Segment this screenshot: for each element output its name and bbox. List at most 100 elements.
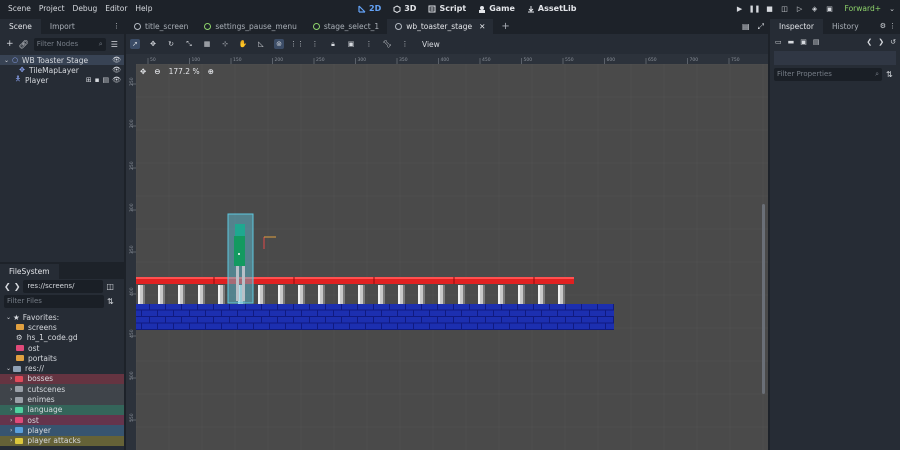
close-icon[interactable]: ✕ <box>479 19 485 34</box>
expand-arrow-icon[interactable]: ⌄ <box>4 57 9 64</box>
sort-icon[interactable]: ⇅ <box>886 70 893 79</box>
menu-project[interactable]: Project <box>35 4 69 13</box>
menu-help[interactable]: Help <box>131 4 156 13</box>
tree-item-player[interactable]: 🯅 Player ⊞ ▪ ▤ 👁︎ <box>0 75 124 85</box>
settings-icon[interactable]: ⚙ <box>880 19 886 34</box>
add-node-icon[interactable]: + <box>6 39 14 49</box>
rotate-tool-icon[interactable]: ↻ <box>166 39 176 49</box>
history-icon[interactable]: ↺ <box>890 38 900 46</box>
favorite-item-portaits[interactable]: portaits <box>0 353 124 363</box>
tab-history[interactable]: History <box>823 19 868 34</box>
pan-tool-icon[interactable]: ✋ <box>238 39 248 49</box>
chevron-right-icon[interactable]: ❯ <box>878 38 884 46</box>
tab-filesystem[interactable]: FileSystem <box>0 264 59 279</box>
snap-toggle-icon[interactable]: ⊚ <box>274 39 284 49</box>
script-icon[interactable]: ▤ <box>102 76 109 84</box>
folder-enimes[interactable]: › enimes <box>0 394 124 405</box>
pivot-tool-icon[interactable]: ⊹ <box>220 39 230 49</box>
zoom-in-icon[interactable]: ⊕ <box>208 67 214 76</box>
ruler-tool-icon[interactable]: ◺ <box>256 39 266 49</box>
folder-language[interactable]: › language <box>0 404 124 415</box>
menu-scene[interactable]: Scene <box>4 4 35 13</box>
mode-3d-button[interactable]: 3D <box>393 4 416 13</box>
menu-debug[interactable]: Debug <box>69 4 102 13</box>
move-tool-icon[interactable]: ✥ <box>148 39 158 49</box>
chevron-right-icon[interactable]: ❯ <box>14 282 21 291</box>
scene-tab-stage-select-1[interactable]: stage_select_1 <box>305 19 387 34</box>
dock-menu-icon[interactable]: ⋮ <box>113 19 124 34</box>
list-select-icon[interactable]: ▦ <box>202 39 212 49</box>
open-scene-icon[interactable]: ⊞ <box>86 76 92 84</box>
object-selector[interactable] <box>774 51 896 65</box>
skeleton-options-icon[interactable]: ⋮ <box>400 39 410 49</box>
bone-icon[interactable]: 🦴︎ <box>382 39 392 49</box>
favorite-item-screens[interactable]: screens <box>0 322 124 332</box>
folder-player[interactable]: › player <box>0 425 124 436</box>
filter-properties-input[interactable]: Filter Properties ⌕ <box>774 68 882 81</box>
sort-icon[interactable]: ⇅ <box>107 297 114 306</box>
extra-icon[interactable]: ▤ <box>813 38 820 46</box>
player-sprite[interactable] <box>227 213 254 304</box>
folder-bosses[interactable]: › bosses <box>0 373 124 385</box>
snap-options-icon[interactable]: ⋮ <box>310 39 320 49</box>
open-folder-icon[interactable]: ▬ <box>788 38 795 46</box>
favorite-item-hs-1-code[interactable]: ⚙ hs_1_code.gd <box>0 333 124 343</box>
mode-script-button[interactable]: Script <box>428 4 466 13</box>
tree-item-tilemaplayer[interactable]: ✥ TileMapLayer 👁︎ <box>0 65 124 75</box>
filter-nodes-input[interactable]: Filter Nodes ⌕ <box>33 37 106 51</box>
dock-menu-icon[interactable]: ⋮ <box>889 19 896 34</box>
grid-snap-icon[interactable]: ⋮⋮ <box>290 39 304 49</box>
zoom-level[interactable]: 177.2 % <box>169 67 200 76</box>
distraction-free-icon[interactable]: ⤢ <box>758 19 764 34</box>
res-root[interactable]: ⌄ res:// <box>0 363 124 373</box>
folder-player-attacks[interactable]: › player attacks <box>0 435 124 446</box>
scene-list-icon[interactable]: ▤ <box>742 19 750 34</box>
tab-scene[interactable]: Scene <box>0 19 41 34</box>
new-resource-icon[interactable]: ▭ <box>775 38 782 46</box>
chevron-left-icon[interactable]: ❮ <box>4 282 11 291</box>
scene-tab-settings-pause-menu[interactable]: settings_pause_menu <box>196 19 304 34</box>
scene-tab-title-screen[interactable]: title_screen <box>126 19 196 34</box>
stop-icon[interactable]: ■ <box>766 5 774 13</box>
filter-options-icon[interactable]: ☰ <box>111 40 118 49</box>
add-scene-tab-button[interactable]: + <box>493 19 517 34</box>
mode-game-button[interactable]: Game <box>478 4 515 13</box>
visibility-icon[interactable]: 👁︎ <box>112 66 121 74</box>
camera-icon[interactable]: ▪ <box>95 76 100 84</box>
tab-import[interactable]: Import <box>41 19 84 34</box>
favorites-header[interactable]: ⌄ ★ Favorites: <box>0 312 124 322</box>
lock-icon[interactable]: 🔒︎ <box>328 39 338 49</box>
center-view-icon[interactable]: ✥ <box>140 67 146 76</box>
path-field[interactable]: res://screens/ <box>23 280 104 293</box>
scene-tab-wb-toaster-stage[interactable]: wb_toaster_stage ✕ <box>387 19 494 34</box>
folder-cutscenes[interactable]: › cutscenes <box>0 384 124 395</box>
visibility-icon[interactable]: 👁︎ <box>112 56 121 64</box>
save-icon[interactable]: ▣ <box>800 38 807 46</box>
group-icon[interactable]: ▣ <box>346 39 356 49</box>
vertical-scrollbar[interactable] <box>762 204 765 394</box>
canvas-viewport[interactable]: 50 100 150 200 250 300 350 400 450 500 550 600 650 70… <box>126 54 768 450</box>
view-menu-button[interactable]: View <box>422 40 440 49</box>
tree-item-wb-toaster-stage[interactable]: ⌄ ○ WB Toaster Stage 👁︎ <box>0 55 124 65</box>
play-custom-scene-icon[interactable]: ◈ <box>811 5 819 13</box>
scale-tool-icon[interactable]: ⤡ <box>184 39 194 49</box>
renderer-select[interactable]: Forward+ <box>845 4 881 13</box>
select-tool-icon[interactable]: ➚ <box>130 39 140 49</box>
split-view-icon[interactable]: ◫ <box>106 282 114 291</box>
mode-2d-button[interactable]: 2D <box>358 4 381 13</box>
visibility-icon[interactable]: 👁︎ <box>112 76 121 84</box>
menu-editor[interactable]: Editor <box>101 4 131 13</box>
play-icon[interactable]: ▶ <box>736 5 744 13</box>
filter-files-input[interactable]: Filter Files <box>4 295 104 308</box>
chevron-left-icon[interactable]: ❮ <box>866 38 872 46</box>
folder-ost[interactable]: › ost <box>0 414 124 426</box>
movie-maker-icon[interactable]: ▣ <box>826 5 834 13</box>
pause-icon[interactable]: ❚❚ <box>749 5 761 13</box>
link-icon[interactable]: 🔗︎ <box>19 40 29 49</box>
skeleton-icon[interactable]: ⋮ <box>364 39 374 49</box>
mode-assetlib-button[interactable]: AssetLib <box>527 4 576 13</box>
remote-debug-icon[interactable]: ◫ <box>781 5 789 13</box>
tab-inspector[interactable]: Inspector <box>770 19 823 34</box>
zoom-out-icon[interactable]: ⊖ <box>154 67 160 76</box>
play-scene-icon[interactable]: ▷ <box>796 5 804 13</box>
